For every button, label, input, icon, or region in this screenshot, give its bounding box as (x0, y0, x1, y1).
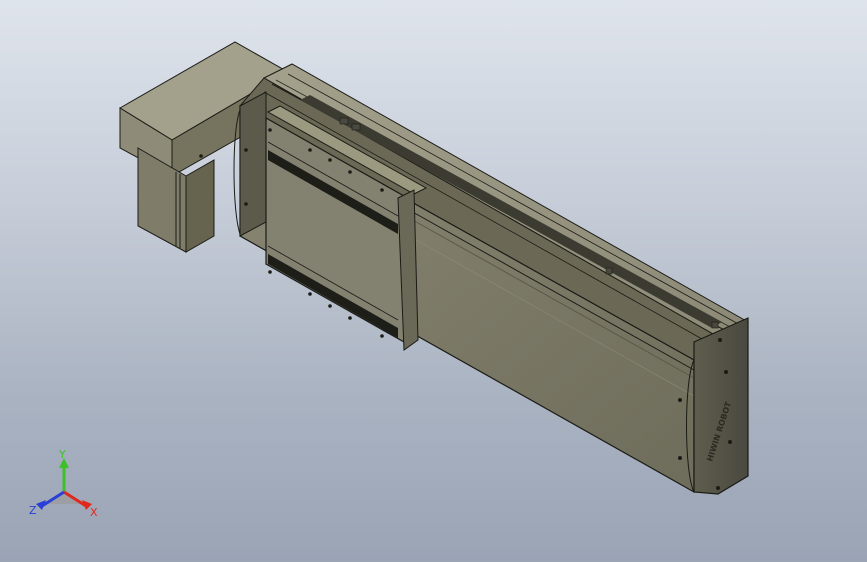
z-axis-label: Z (29, 504, 37, 517)
end-cap-left (233, 91, 267, 237)
cad-viewport[interactable]: HIWIN ROBOT Y X Z (0, 0, 867, 562)
x-axis-label: X (90, 506, 98, 519)
linear-actuator-model[interactable]: HIWIN ROBOT (0, 0, 867, 562)
end-cap-face (693, 317, 749, 495)
y-axis-label: Y (58, 448, 66, 461)
axis-triad: Y X Z (29, 448, 98, 519)
motor-lower-side (185, 159, 215, 253)
triad-base-icon (46, 492, 82, 504)
